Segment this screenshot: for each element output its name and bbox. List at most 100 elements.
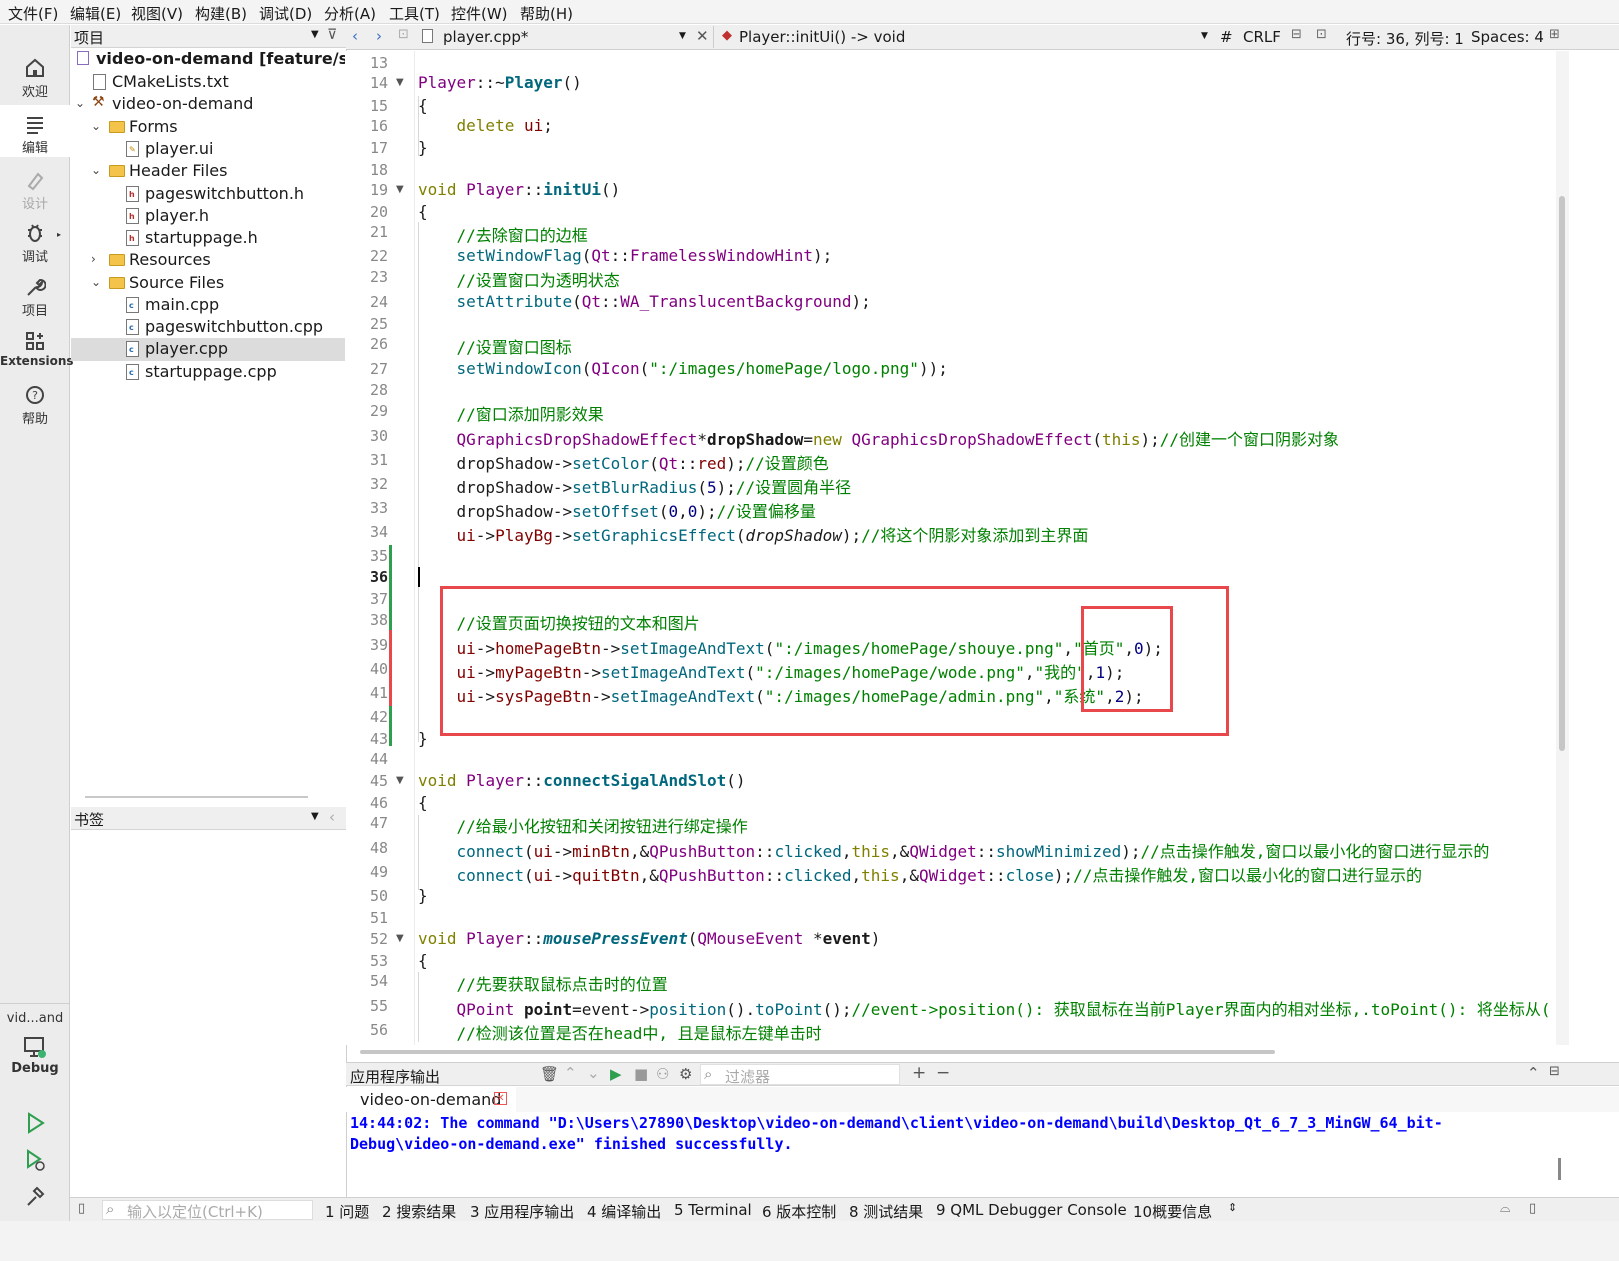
menu-help[interactable]: 帮助(H) — [520, 3, 573, 24]
prev-icon[interactable]: ‹ — [329, 808, 335, 826]
back-icon[interactable]: ‹ — [352, 27, 358, 45]
output-filter-input[interactable]: ⌕ 过滤器 — [700, 1064, 900, 1086]
chevron-down-icon[interactable]: ⌄ — [91, 163, 101, 177]
tree-item-player-h[interactable]: h player.h — [71, 205, 345, 228]
status-tab-search[interactable]: 2 搜索结果 — [382, 1201, 456, 1222]
menu-analyze[interactable]: 分析(A) — [324, 3, 376, 24]
status-tab-qml-debugger[interactable]: 9 QML Debugger Console — [936, 1201, 1127, 1219]
hash-label[interactable]: # — [1220, 28, 1233, 46]
tree-item-player-ui[interactable]: ✎ player.ui — [71, 138, 345, 161]
mode-debug[interactable]: 调试 ▸ — [0, 222, 70, 265]
status-tab-compile[interactable]: 4 编译输出 — [587, 1201, 661, 1222]
output-toggle-icon[interactable]: ▯ — [1529, 1201, 1536, 1216]
menu-view[interactable]: 视图(V) — [131, 3, 183, 24]
output-scrollbar[interactable] — [1558, 1158, 1561, 1180]
encoding-icon[interactable]: ⊡ — [1316, 27, 1327, 42]
editor-file-tab[interactable]: player.cpp* — [443, 28, 528, 46]
horizontal-scrollbar[interactable] — [360, 1050, 1275, 1054]
status-tab-vcs[interactable]: 6 版本控制 — [762, 1201, 836, 1222]
tree-folder-sources[interactable]: ⌄ Source Files — [71, 272, 345, 295]
chevron-down-icon[interactable]: ⌄ — [75, 96, 85, 110]
tree-label: main.cpp — [145, 295, 220, 314]
run-icon[interactable]: ▶ — [610, 1065, 622, 1083]
tree-item-target[interactable]: ⌄ ⚒ video-on-demand — [71, 93, 345, 116]
dropdown-arrow-icon[interactable]: ▼ — [311, 811, 319, 822]
symbol-dropdown-icon[interactable]: ▼ — [1201, 31, 1208, 41]
format-icon[interactable]: ⊟ — [1291, 27, 1302, 42]
file-dropdown-icon[interactable]: ▼ — [679, 31, 686, 41]
remove-icon[interactable]: − — [936, 1063, 950, 1083]
menu-build[interactable]: 构建(B) — [195, 3, 247, 24]
mode-extensions[interactable]: Extensions — [0, 330, 74, 368]
up-icon[interactable]: ⌃ — [564, 1064, 577, 1082]
tree-item-startuppage-h[interactable]: h startuppage.h — [71, 227, 345, 250]
line-ending[interactable]: CRLF — [1243, 28, 1281, 46]
tree-item-pageswitchbutton-h[interactable]: h pageswitchbutton.h — [71, 183, 345, 206]
cursor-position[interactable]: 行号: 36, 列号: 1 — [1346, 28, 1464, 49]
status-tab-summary[interactable]: 10概要信息 — [1133, 1201, 1212, 1222]
settings-icon[interactable]: ⚙ — [679, 1065, 692, 1083]
fold-arrow-icon[interactable]: ▼ — [396, 933, 404, 944]
symbol-selector[interactable]: Player::initUi() -> void — [739, 28, 905, 46]
build-button[interactable] — [0, 1185, 70, 1211]
menu-edit[interactable]: 编辑(E) — [70, 3, 121, 24]
tree-project-root[interactable]: video-on-demand [feature/startui — [71, 48, 345, 71]
trash-icon[interactable]: 🗑 — [540, 1065, 559, 1083]
tree-item-startuppage-cpp[interactable]: c startuppage.cpp — [71, 361, 345, 384]
chevron-down-icon[interactable]: ⌄ — [91, 275, 101, 289]
output-tab[interactable]: video-on-demand ✕ — [346, 1087, 516, 1112]
menu-debug[interactable]: 调试(D) — [259, 3, 312, 24]
tree-hscrollbar[interactable] — [85, 796, 308, 798]
close-panel-icon[interactable]: ⊟ — [1549, 1064, 1560, 1079]
tree-item-main-cpp[interactable]: c main.cpp — [71, 294, 345, 317]
tree-folder-forms[interactable]: ⌄ Forms — [71, 116, 345, 139]
debug-run-button[interactable] — [0, 1148, 70, 1174]
locator-input[interactable]: ⌕ 输入以定位(Ctrl+K) — [102, 1200, 313, 1221]
mode-edit[interactable]: 编辑 — [0, 105, 70, 157]
stop-icon[interactable]: ■ — [634, 1065, 648, 1083]
tree-item-cmakelists[interactable]: CMakeLists.txt — [71, 71, 345, 94]
attach-icon[interactable]: ⚇ — [656, 1065, 669, 1083]
split-editor-icon[interactable]: ⊞ — [1549, 27, 1560, 42]
status-tab-tests[interactable]: 8 测试结果 — [849, 1201, 923, 1222]
sidebar-toggle-icon[interactable]: ▯ — [78, 1201, 85, 1216]
close-tab-icon[interactable]: ✕ — [494, 1092, 507, 1105]
status-tab-issues[interactable]: 1 问题 — [325, 1201, 369, 1222]
down-icon[interactable]: ⌄ — [587, 1064, 600, 1082]
chevron-right-icon[interactable]: › — [91, 252, 96, 266]
close-icon[interactable]: ✕ — [696, 27, 709, 45]
forward-icon[interactable]: › — [376, 27, 382, 45]
fold-arrow-icon[interactable]: ▼ — [396, 775, 404, 786]
status-tab-terminal[interactable]: 5 Terminal — [674, 1201, 752, 1219]
chevron-down-icon[interactable]: ⌄ — [91, 119, 101, 133]
fold-arrow-icon[interactable]: ▼ — [396, 77, 404, 88]
mode-project[interactable]: 项目 — [0, 276, 70, 319]
lock-icon[interactable]: ⊡ — [398, 27, 409, 42]
menu-file[interactable]: 文件(F) — [8, 3, 58, 24]
run-button[interactable] — [0, 1111, 70, 1137]
code-editor[interactable] — [346, 51, 1556, 1045]
filter-icon[interactable]: ⊽ — [327, 27, 337, 43]
status-tab-app-output[interactable]: 3 应用程序输出 — [470, 1201, 574, 1222]
maximize-icon[interactable]: ⌃ — [1527, 1064, 1540, 1082]
vertical-scrollbar[interactable] — [1556, 51, 1569, 1045]
more-tabs-icon[interactable]: ⇕ — [1228, 1201, 1237, 1214]
tree-folder-resources[interactable]: › Resources — [71, 249, 345, 272]
tree-folder-headers[interactable]: ⌄ Header Files — [71, 160, 345, 183]
fold-arrow-icon[interactable]: ▼ — [396, 184, 404, 195]
menu-tools[interactable]: 工具(T) — [389, 3, 440, 24]
indent-setting[interactable]: Spaces: 4 — [1471, 28, 1544, 46]
dropdown-arrow-icon[interactable]: ▼ — [311, 29, 319, 40]
scrollbar-thumb[interactable] — [1559, 196, 1565, 751]
menu-controls[interactable]: 控件(W) — [451, 3, 508, 24]
project-panel-title[interactable]: 项目 — [74, 27, 104, 48]
progress-icon[interactable]: ⌓ — [1500, 1201, 1510, 1216]
kit-selector[interactable]: Debug — [0, 1035, 70, 1076]
bookmarks-panel-title[interactable]: 书签 — [74, 809, 104, 830]
tree-item-player-cpp[interactable]: c player.cpp — [71, 338, 345, 361]
mode-welcome[interactable]: 欢迎 — [0, 57, 70, 100]
mode-help[interactable]: ? 帮助 — [0, 384, 70, 427]
tree-label: pageswitchbutton.h — [145, 184, 305, 203]
tree-item-pageswitchbutton-cpp[interactable]: c pageswitchbutton.cpp — [71, 316, 345, 339]
add-icon[interactable]: + — [912, 1063, 926, 1083]
